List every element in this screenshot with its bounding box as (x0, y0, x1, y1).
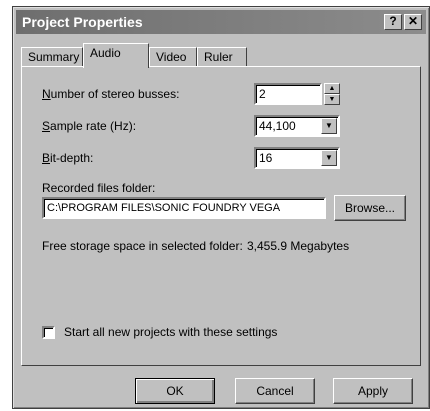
bit-depth-select[interactable]: 16 ▼ (254, 147, 340, 169)
apply-button[interactable]: Apply (333, 378, 413, 404)
ok-button[interactable]: OK (135, 378, 215, 404)
sample-rate-value: 44,100 (259, 119, 296, 133)
chevron-down-icon[interactable]: ▼ (321, 150, 337, 166)
close-icon: ✕ (407, 14, 419, 28)
bit-depth-value: 16 (259, 151, 273, 165)
stereo-busses-label: Number of stereo busses: (42, 87, 180, 101)
cancel-button[interactable]: Cancel (235, 378, 315, 404)
sample-rate-select[interactable]: 44,100 ▼ (254, 115, 340, 137)
start-new-projects-label[interactable]: Start all new projects with these settin… (64, 325, 277, 339)
start-new-projects-checkbox[interactable] (42, 326, 55, 339)
tab-audio[interactable]: Audio (83, 43, 149, 68)
dialog-title: Project Properties (22, 14, 143, 30)
recorded-folder-input[interactable]: C:\PROGRAM FILES\SONIC FOUNDRY VEGA (42, 197, 326, 219)
spin-up-icon[interactable]: ▲ (324, 83, 340, 94)
recorded-folder-label: Recorded files folder: (42, 181, 156, 195)
free-space-value: 3,455.9 Megabytes (247, 239, 350, 253)
chevron-down-icon[interactable]: ▼ (321, 118, 337, 134)
sample-rate-label: Sample rate (Hz): (42, 119, 137, 133)
audio-panel: Number of stereo busses: 2 ▲ ▼ Sample ra… (21, 66, 421, 366)
stereo-busses-input[interactable]: 2 (254, 83, 322, 105)
tab-ruler[interactable]: Ruler (197, 47, 247, 67)
project-properties-dialog: Project Properties ? ✕ Summary Audio Vid… (12, 6, 430, 409)
title-bar: Project Properties ? ✕ (16, 10, 426, 34)
stereo-busses-spinner[interactable]: ▲ ▼ (324, 83, 340, 105)
browse-button[interactable]: Browse... (334, 195, 406, 221)
bit-depth-label: Bit-depth: (42, 151, 94, 165)
spin-down-icon[interactable]: ▼ (324, 94, 340, 105)
tab-video[interactable]: Video (149, 47, 197, 67)
tab-summary[interactable]: Summary (21, 47, 83, 67)
free-space-label: Free storage space in selected folder: (42, 239, 243, 253)
help-button[interactable]: ? (384, 14, 402, 30)
close-button[interactable]: ✕ (404, 14, 422, 30)
